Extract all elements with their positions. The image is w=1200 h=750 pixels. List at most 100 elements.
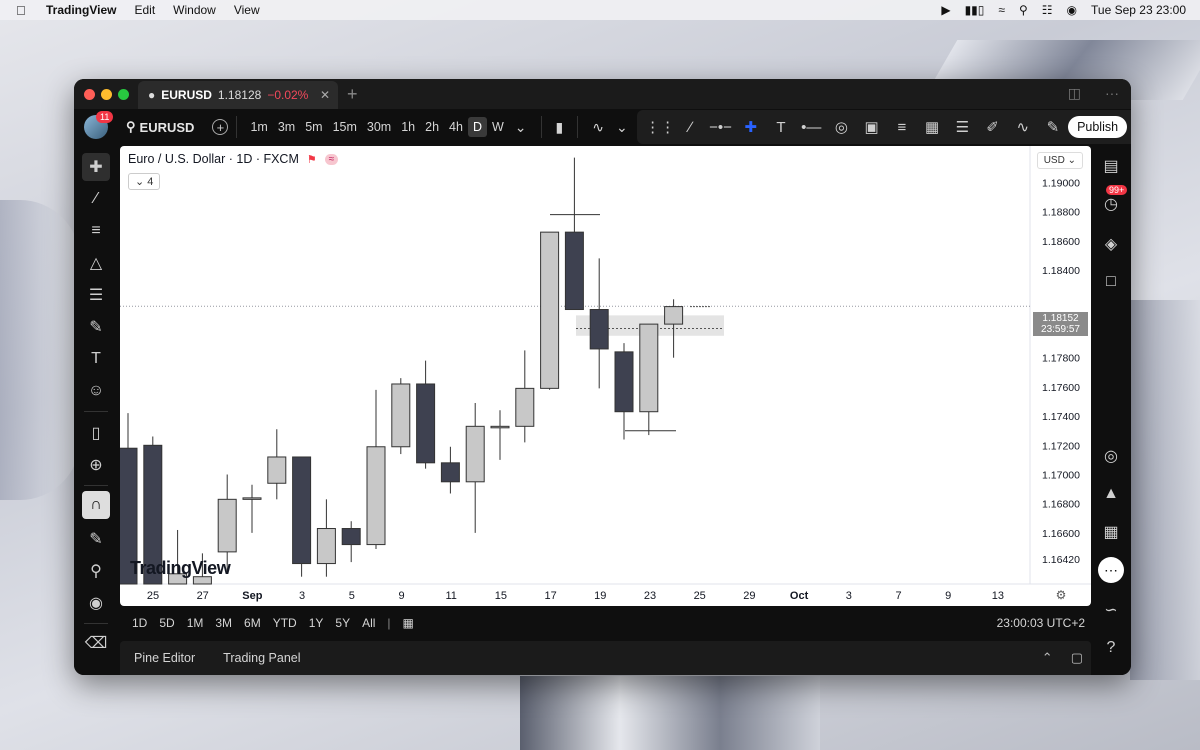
close-window-button[interactable] <box>84 89 95 100</box>
layers-icon[interactable]: ◈ <box>1098 231 1124 257</box>
eye-icon[interactable]: ◉ <box>82 589 110 617</box>
range-all[interactable]: All <box>356 616 381 630</box>
pattern-tool-icon[interactable]: △ <box>82 249 110 277</box>
maximize-icon[interactable]: ▢ <box>1071 650 1083 666</box>
parallel-channel-icon[interactable]: ≡ <box>887 119 917 136</box>
chart-panel[interactable]: 1.190001.188001.186001.184001.180001.178… <box>120 146 1091 606</box>
range-5y[interactable]: 5Y <box>329 616 356 630</box>
menu-app-name[interactable]: TradingView <box>46 3 116 17</box>
apple-icon[interactable]:  <box>16 3 30 18</box>
path-icon[interactable]: ∿ <box>1008 118 1038 136</box>
brush-tool-icon[interactable]: ✎ <box>82 313 110 341</box>
interval-w[interactable]: W <box>487 117 509 137</box>
tab-pine-editor[interactable]: Pine Editor <box>134 651 195 665</box>
new-tab-icon[interactable]: + <box>347 84 358 105</box>
emoji-tool-icon[interactable]: ☺ <box>82 377 110 405</box>
drag-handle-icon[interactable]: ⋮⋮ <box>645 118 675 136</box>
interval-3m[interactable]: 3m <box>273 117 300 137</box>
brush-icon[interactable]: ✐ <box>977 118 1007 136</box>
trash-icon[interactable]: ⌫ <box>82 629 110 657</box>
compare-add-icon[interactable]: + <box>212 119 229 135</box>
crosshair-icon[interactable]: ✚ <box>736 118 766 136</box>
circle-icon[interactable]: ◎ <box>826 118 856 136</box>
battery-icon[interactable]: ▮▮▯ <box>965 3 985 17</box>
interval-4h[interactable]: 4h <box>444 117 468 137</box>
currency-select[interactable]: USD ⌄ <box>1036 152 1083 169</box>
menu-edit[interactable]: Edit <box>134 3 155 17</box>
watchlist-icon[interactable]: ▤ <box>1098 153 1124 179</box>
fib-icon[interactable]: ☰ <box>947 118 977 136</box>
range-1d[interactable]: 1D <box>126 616 153 630</box>
range-1y[interactable]: 1Y <box>303 616 330 630</box>
range-6m[interactable]: 6M <box>238 616 267 630</box>
price-chart[interactable]: 1.190001.188001.186001.184001.180001.178… <box>120 146 1091 606</box>
tab-trading-panel[interactable]: Trading Panel <box>223 651 300 665</box>
crosshair-tool-icon[interactable]: ✚ <box>82 153 110 181</box>
interval-30m[interactable]: 30m <box>362 117 396 137</box>
prediction-tool-icon[interactable]: ☰ <box>82 281 110 309</box>
more-icon[interactable]: ··· <box>1105 85 1119 102</box>
magnet-icon[interactable]: ∩ <box>82 491 110 519</box>
menu-view[interactable]: View <box>234 3 260 17</box>
chevron-down-icon[interactable]: ⌄ <box>616 119 628 136</box>
candles-icon[interactable]: ▮ <box>556 119 564 136</box>
range-5d[interactable]: 5D <box>153 616 180 630</box>
ruler-icon[interactable]: ▯ <box>82 419 110 447</box>
trend-line-tool-icon[interactable]: ∕ <box>82 185 110 213</box>
menu-window[interactable]: Window <box>173 3 216 17</box>
interval-1h[interactable]: 1h <box>396 117 420 137</box>
chat-icon[interactable]: □ <box>1098 269 1124 295</box>
range-1m[interactable]: 1M <box>181 616 210 630</box>
search-icon[interactable]: ⚲ <box>1019 3 1028 17</box>
trend-line-icon[interactable]: ∕ <box>675 119 705 136</box>
fib-tool-icon[interactable]: ≡ <box>82 217 110 245</box>
zoom-in-icon[interactable]: ⊕ <box>82 451 110 479</box>
help-icon[interactable]: ? <box>1098 635 1124 661</box>
indicator-pill-icon[interactable]: ≈ <box>324 153 339 165</box>
flag-icon[interactable]: ⚑ <box>307 153 317 166</box>
horizontal-ray-icon[interactable]: −•− <box>705 119 735 136</box>
avatar[interactable]: 11 <box>84 111 114 139</box>
highlighter-icon[interactable]: ✎ <box>1038 118 1068 136</box>
lock-drawings-icon[interactable]: ✎ <box>82 525 110 553</box>
indicator-collapse-button[interactable]: ⌄ 4 <box>128 173 161 190</box>
range-3m[interactable]: 3M <box>209 616 238 630</box>
chevron-up-icon[interactable]: ⌃ <box>1042 650 1053 666</box>
lock-icon[interactable]: ⚲ <box>82 557 110 585</box>
interval-1m[interactable]: 1m <box>245 117 272 137</box>
stream-icon[interactable]: ∽ <box>1098 597 1124 623</box>
utc-clock[interactable]: 23:00:03 UTC+2 <box>997 616 1085 630</box>
layout-icon[interactable]: ◫ <box>1068 85 1081 102</box>
minimize-window-button[interactable] <box>101 89 112 100</box>
horizontal-line-icon[interactable]: •— <box>796 119 826 136</box>
settings-gear-icon[interactable]: ⚙ <box>1056 588 1067 602</box>
apps-icon[interactable]: ⋯ <box>1098 557 1124 583</box>
interval-d[interactable]: D <box>467 117 487 137</box>
siri-icon[interactable]: ◉ <box>1067 3 1077 17</box>
interval-2h[interactable]: 2h <box>420 117 444 137</box>
zoom-window-button[interactable] <box>118 89 129 100</box>
symbol-tab[interactable]: ● EURUSD 1.18128 −0.02% ✕ <box>138 81 338 109</box>
indicators-icon[interactable]: ∿ <box>592 119 604 136</box>
chevron-down-icon[interactable]: ⌄ <box>515 119 527 136</box>
range-ytd[interactable]: YTD <box>267 616 303 630</box>
interval-5m[interactable]: 5m <box>300 117 327 137</box>
alerts-icon[interactable]: ◷ 99+ <box>1098 185 1128 217</box>
close-tab-icon[interactable]: ✕ <box>320 88 330 102</box>
text-tool-icon[interactable]: T <box>82 345 110 373</box>
grid-icon[interactable]: ▦ <box>917 118 947 136</box>
play-icon[interactable]: ▶ <box>941 3 950 17</box>
menu-datetime[interactable]: Tue Sep 23 23:00 <box>1091 3 1186 17</box>
chart-symbol-title[interactable]: Euro / U.S. Dollar · 1D · FXCM <box>128 152 299 166</box>
date-range-icon[interactable]: ▦ <box>397 616 420 630</box>
interval-15m[interactable]: 15m <box>328 117 362 137</box>
symbol-search[interactable]: ⚲ EURUSD <box>126 119 194 135</box>
rectangle-icon[interactable]: ▣ <box>857 118 887 136</box>
target-icon[interactable]: ◎ <box>1098 443 1124 469</box>
ideas-icon[interactable]: ▲ <box>1098 481 1124 507</box>
wifi-icon[interactable]: ≈ <box>998 3 1005 17</box>
publish-button[interactable]: Publish <box>1068 116 1128 138</box>
text-tool-icon[interactable]: T <box>766 119 796 136</box>
control-center-icon[interactable]: ☷ <box>1042 3 1053 17</box>
calendar-icon[interactable]: ▦ <box>1098 519 1124 545</box>
